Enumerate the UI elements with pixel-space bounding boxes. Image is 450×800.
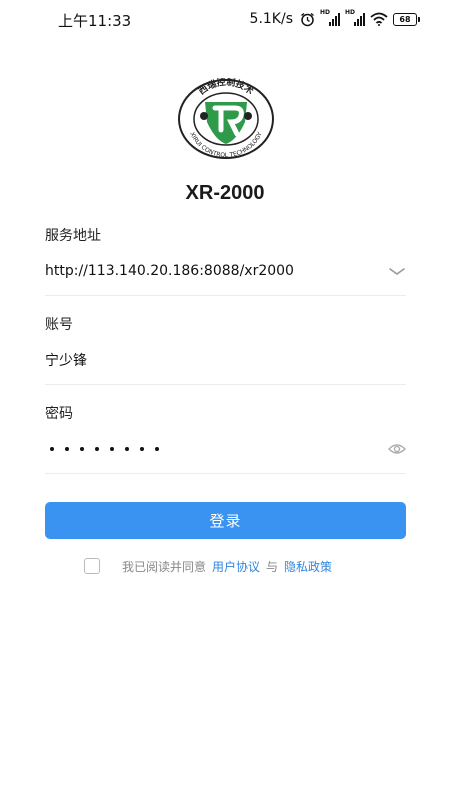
password-dot	[65, 447, 69, 451]
password-dot	[140, 447, 144, 451]
agreement-checkbox[interactable]	[84, 558, 100, 574]
server-address-label: 服务地址	[45, 228, 101, 244]
server-address-select[interactable]: http://113.140.20.186:8088/xr2000	[45, 261, 406, 281]
company-logo: 西瑞控制技术 XIRUI CONTROL TECHNOLOGY	[178, 78, 274, 159]
server-address-field: 服务地址 http://113.140.20.186:8088/xr2000	[45, 225, 406, 297]
account-label: 账号	[45, 317, 73, 333]
alarm-icon	[301, 12, 314, 26]
agreement-prefix: 我已阅读并同意	[122, 559, 207, 574]
password-label: 密码	[45, 406, 73, 422]
login-button[interactable]: 登录	[45, 502, 406, 539]
divider	[45, 473, 406, 474]
password-field: 密码	[45, 403, 406, 475]
password-dot	[50, 447, 54, 451]
agreement-conjunction: 与	[266, 559, 279, 574]
signal-icon: HD	[320, 9, 340, 26]
password-mask[interactable]	[45, 447, 159, 451]
account-field: 账号 宁少锋	[45, 314, 406, 386]
privacy-policy-link[interactable]: 隐私政策	[284, 558, 332, 575]
password-input[interactable]	[45, 439, 406, 459]
chevron-down-icon[interactable]	[388, 264, 406, 278]
password-dot	[110, 447, 114, 451]
signal-icon: HD	[345, 9, 365, 26]
network-speed: 5.1K/s	[249, 11, 293, 27]
status-icons: 5.1K/s HD HD 68	[249, 9, 420, 29]
account-value[interactable]: 宁少锋	[45, 350, 87, 370]
divider	[45, 295, 406, 296]
wifi-icon	[370, 12, 388, 26]
status-time: 上午11:33	[58, 12, 132, 30]
password-dot	[95, 447, 99, 451]
eye-icon[interactable]	[388, 442, 406, 456]
server-address-value[interactable]: http://113.140.20.186:8088/xr2000	[45, 263, 294, 279]
password-dot	[125, 447, 129, 451]
battery-level: 68	[399, 14, 411, 24]
battery-icon: 68	[393, 12, 420, 26]
password-dot	[80, 447, 84, 451]
account-input[interactable]: 宁少锋	[45, 350, 406, 370]
status-bar: 上午11:33 5.1K/s HD HD 68	[0, 0, 450, 38]
divider	[45, 384, 406, 385]
user-agreement-link[interactable]: 用户协议	[212, 558, 260, 575]
app-title: XR-2000	[185, 182, 265, 204]
agreement-row: 我已阅读并同意 用户协议 与 隐私政策	[84, 557, 332, 575]
password-dot	[155, 447, 159, 451]
